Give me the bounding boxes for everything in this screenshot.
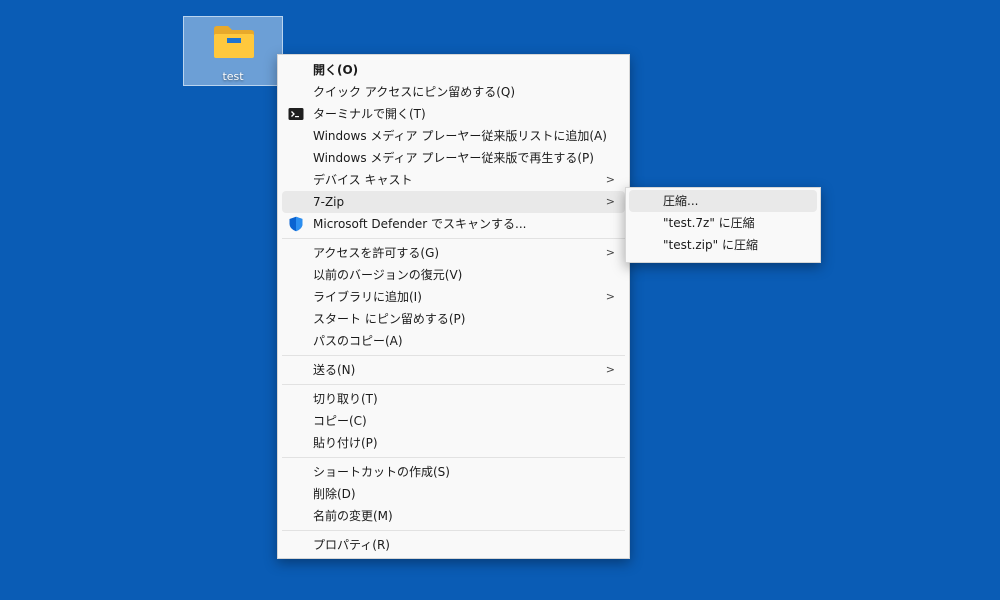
menu-separator bbox=[282, 238, 625, 239]
defender-shield-icon bbox=[288, 216, 304, 232]
menu-item-p[interactable]: 貼り付け(P) bbox=[282, 432, 625, 454]
menu-item-label: スタート にピン留めする(P) bbox=[313, 312, 466, 326]
menu-item-v[interactable]: 以前のバージョンの復元(V) bbox=[282, 264, 625, 286]
menu-item-label: 以前のバージョンの復元(V) bbox=[313, 268, 463, 282]
chevron-right-icon: > bbox=[605, 363, 615, 376]
menu-item-label: ライブラリに追加(I) bbox=[313, 290, 422, 304]
menu-item-p[interactable]: スタート にピン留めする(P) bbox=[282, 308, 625, 330]
menu-item-d[interactable]: 削除(D) bbox=[282, 483, 625, 505]
menu-item-label: ショートカットの作成(S) bbox=[313, 465, 450, 479]
menu-item-a[interactable]: パスのコピー(A) bbox=[282, 330, 625, 352]
menu-item-g[interactable]: アクセスを許可する(G) > bbox=[282, 242, 625, 264]
menu-item-t[interactable]: 切り取り(T) bbox=[282, 388, 625, 410]
menu-item-i[interactable]: ライブラリに追加(I) > bbox=[282, 286, 625, 308]
menu-item-n[interactable]: 送る(N) > bbox=[282, 359, 625, 381]
terminal-icon bbox=[288, 106, 304, 122]
menu-item-label: 送る(N) bbox=[313, 363, 356, 377]
menu-item-label: Windows メディア プレーヤー従来版で再生する(P) bbox=[313, 151, 594, 165]
menu-item-label: プロパティ(R) bbox=[313, 538, 390, 552]
menu-item-windows-a[interactable]: Windows メディア プレーヤー従来版リストに追加(A) bbox=[282, 125, 625, 147]
context-menu: 開く(O) クイック アクセスにピン留めする(Q) ターミナルで開く(T) Windo… bbox=[277, 54, 630, 559]
menu-separator bbox=[282, 530, 625, 531]
menu-item-7-zip[interactable]: 7-Zip > bbox=[282, 191, 625, 213]
menu-item-item[interactable]: デバイス キャスト > bbox=[282, 169, 625, 191]
menu-item-s[interactable]: ショートカットの作成(S) bbox=[282, 461, 625, 483]
menu-item-label: アクセスを許可する(G) bbox=[313, 246, 440, 260]
submenu-item-2[interactable]: "test.zip" に圧縮 bbox=[629, 234, 817, 256]
menu-item-label: 削除(D) bbox=[313, 487, 356, 501]
menu-item-r[interactable]: プロパティ(R) bbox=[282, 534, 625, 556]
menu-item-label: ターミナルで開く(T) bbox=[313, 107, 426, 121]
menu-separator bbox=[282, 457, 625, 458]
menu-item-microsoft-defender[interactable]: Microsoft Defender でスキャンする... bbox=[282, 213, 625, 235]
menu-separator bbox=[282, 355, 625, 356]
7zip-submenu: 圧縮... "test.7z" に圧縮 "test.zip" に圧縮 bbox=[625, 187, 821, 263]
menu-item-q[interactable]: クイック アクセスにピン留めする(Q) bbox=[282, 81, 625, 103]
chevron-right-icon: > bbox=[605, 195, 615, 208]
menu-item-label: 開く(O) bbox=[313, 63, 359, 77]
menu-item-label: 貼り付け(P) bbox=[313, 436, 378, 450]
chevron-right-icon: > bbox=[605, 246, 615, 259]
menu-item-c[interactable]: コピー(C) bbox=[282, 410, 625, 432]
menu-item-label: パスのコピー(A) bbox=[313, 334, 403, 348]
submenu-item-1[interactable]: "test.7z" に圧縮 bbox=[629, 212, 817, 234]
desktop-icon-label: test bbox=[222, 70, 244, 83]
menu-item-label: 切り取り(T) bbox=[313, 392, 378, 406]
menu-item-label: Microsoft Defender でスキャンする... bbox=[313, 217, 527, 231]
menu-item-label: 7-Zip bbox=[313, 195, 345, 209]
menu-item-label: クイック アクセスにピン留めする(Q) bbox=[313, 85, 516, 99]
menu-item-label: 名前の変更(M) bbox=[313, 509, 393, 523]
chevron-right-icon: > bbox=[605, 173, 615, 186]
desktop-folder-test[interactable]: test bbox=[183, 16, 283, 86]
menu-item-windows-p[interactable]: Windows メディア プレーヤー従来版で再生する(P) bbox=[282, 147, 625, 169]
menu-separator bbox=[282, 384, 625, 385]
folder-icon bbox=[214, 26, 254, 58]
menu-item-label: Windows メディア プレーヤー従来版リストに追加(A) bbox=[313, 129, 607, 143]
menu-item-label: デバイス キャスト bbox=[313, 173, 413, 187]
submenu-item-0[interactable]: 圧縮... bbox=[629, 190, 817, 212]
menu-item-o[interactable]: 開く(O) bbox=[282, 59, 625, 81]
menu-item-label: コピー(C) bbox=[313, 414, 367, 428]
menu-item-t[interactable]: ターミナルで開く(T) bbox=[282, 103, 625, 125]
chevron-right-icon: > bbox=[605, 290, 615, 303]
menu-item-m[interactable]: 名前の変更(M) bbox=[282, 505, 625, 527]
